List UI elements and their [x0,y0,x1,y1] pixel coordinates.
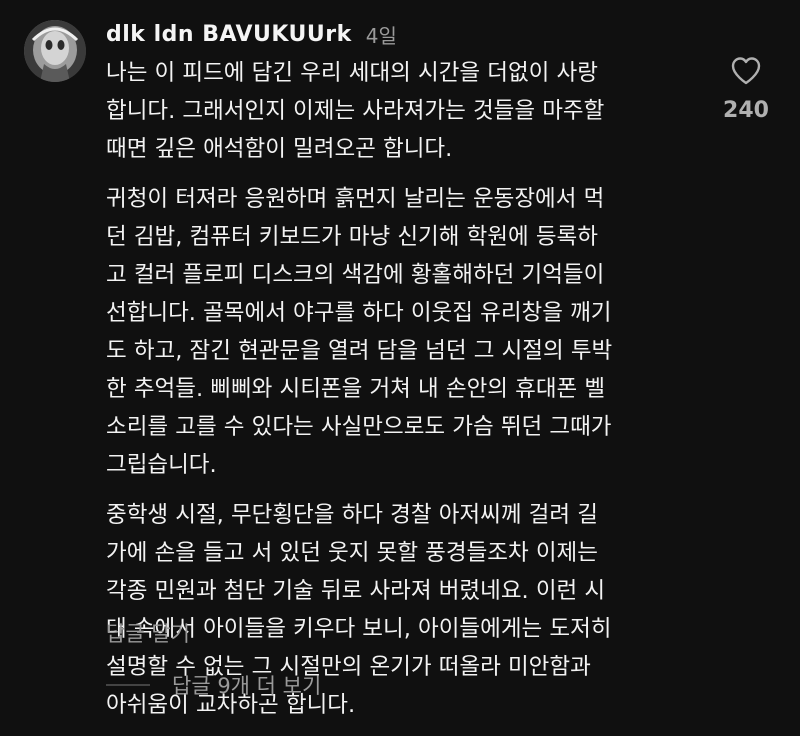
text-line: 각종 민원과 첨단 기술 뒤로 사라져 버렸네요. 이런 시 [106,578,606,604]
comment-body: 나는 이 피드에 담긴 우리 세대의 시간을 더없이 사랑 합니다. 그래서인지… [106,54,706,736]
text-line: 합니다. 그래서인지 이제는 사라져가는 것들을 마주할 [106,98,605,124]
timestamp: 4일 [365,23,397,48]
text-line: 나는 이 피드에 담긴 우리 세대의 시간을 더없이 사랑 [106,60,598,86]
comment: dlk ldn BAVUKUUrk 4일 나는 이 피드에 담긴 우리 세대의 … [0,0,800,723]
text-line: 도 하고, 잠긴 현관문을 열려 담을 넘던 그 시절의 투박 [106,338,613,364]
comment-paragraph: 귀청이 터져라 응원하며 흙먼지 날리는 운동장에서 먹 던 김밥, 컴퓨터 키… [106,180,706,484]
heart-outline-icon [731,57,761,85]
text-line: 한 추억들. 삐삐와 시티폰을 거쳐 내 손안의 휴대폰 벨 [106,376,606,402]
text-line: 고 컬러 플로피 디스크의 색감에 황홀해하던 기억들이 [106,262,605,288]
avatar-image [24,20,86,82]
text-line: 중학생 시절, 무단횡단을 하다 경찰 아저씨께 걸려 길 [106,502,598,528]
comment-paragraph: 나는 이 피드에 담긴 우리 세대의 시간을 더없이 사랑 합니다. 그래서인지… [106,54,706,168]
comment-header: dlk ldn BAVUKUUrk 4일 [106,18,397,50]
reply-button[interactable]: 답글 달기 [106,618,190,648]
view-more-replies-button[interactable]: 답글 9개 더 보기 [106,670,321,700]
text-line: 선합니다. 골목에서 야구를 하다 이웃집 유리창을 깨기 [106,300,612,326]
like-button[interactable] [718,56,774,90]
avatar[interactable] [24,20,86,82]
divider-line [106,684,150,686]
like-count: 240 [723,98,769,123]
text-line: 대 속에서 아이들을 키우다 보니, 아이들에게는 도저히 [106,616,612,642]
text-line: 그립습니다. [106,452,217,478]
text-line: 소리를 고를 수 있다는 사실만으로도 가슴 뛰던 그때가 [106,414,612,440]
text-line: 가에 손을 들고 서 있던 웃지 못할 풍경들조차 이제는 [106,540,598,566]
username[interactable]: dlk ldn BAVUKUUrk [106,22,352,47]
text-line: 던 김밥, 컴퓨터 키보드가 마냥 신기해 학원에 등록하 [106,224,598,250]
text-line: 귀청이 터져라 응원하며 흙먼지 날리는 운동장에서 먹 [106,186,605,212]
view-more-replies-label: 답글 9개 더 보기 [172,674,322,698]
text-line: 때면 깊은 애석함이 밀려오곤 합니다. [106,136,453,162]
like-section: 240 [718,56,774,123]
